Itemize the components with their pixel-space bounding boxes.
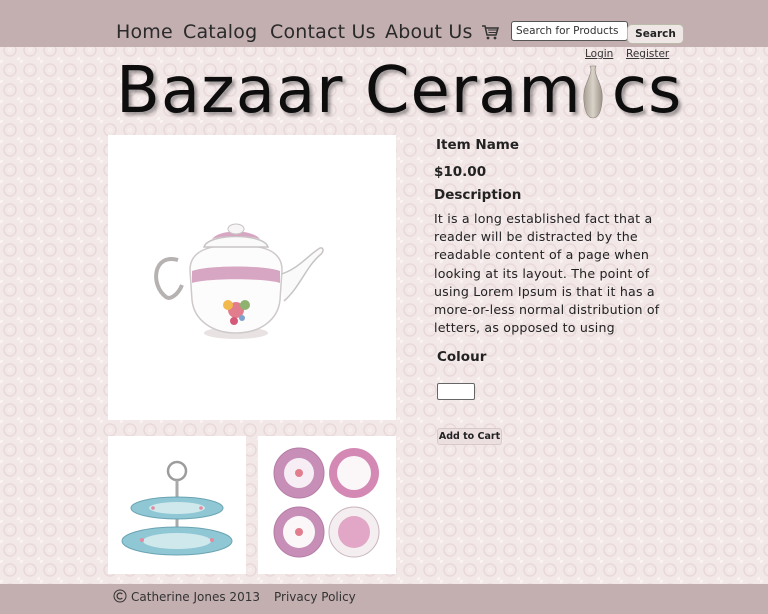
- product-main-image[interactable]: [108, 135, 396, 420]
- add-to-cart-button[interactable]: Add to Cart: [437, 428, 502, 445]
- vase-icon: [583, 65, 603, 119]
- search-button[interactable]: Search: [627, 24, 684, 44]
- cake-stand-image: [121, 460, 233, 556]
- product-name: Item Name: [436, 137, 520, 153]
- colour-select[interactable]: [437, 383, 475, 400]
- nav-home-link[interactable]: Home: [116, 21, 173, 43]
- nav-catalog-link[interactable]: Catalog: [183, 21, 257, 43]
- privacy-policy-link[interactable]: Privacy Policy: [274, 590, 356, 604]
- search-input[interactable]: [511, 21, 628, 41]
- copyright-icon: [113, 589, 127, 603]
- product-price: $10.00: [434, 164, 487, 180]
- shopping-cart-icon[interactable]: [481, 24, 499, 40]
- product-thumbnail-cake-stand[interactable]: [108, 436, 246, 574]
- plates-image: [273, 447, 380, 558]
- teapot-image: [154, 223, 324, 339]
- colour-label: Colour: [437, 349, 487, 365]
- product-description: It is a long established fact that a rea…: [434, 211, 660, 336]
- description-heading: Description: [434, 187, 522, 203]
- product-thumbnail-plates[interactable]: [258, 436, 396, 574]
- nav-contact-link[interactable]: Contact Us: [270, 21, 376, 43]
- copyright-text: Catherine Jones 2013: [131, 590, 260, 604]
- nav-about-link[interactable]: About Us: [385, 21, 473, 43]
